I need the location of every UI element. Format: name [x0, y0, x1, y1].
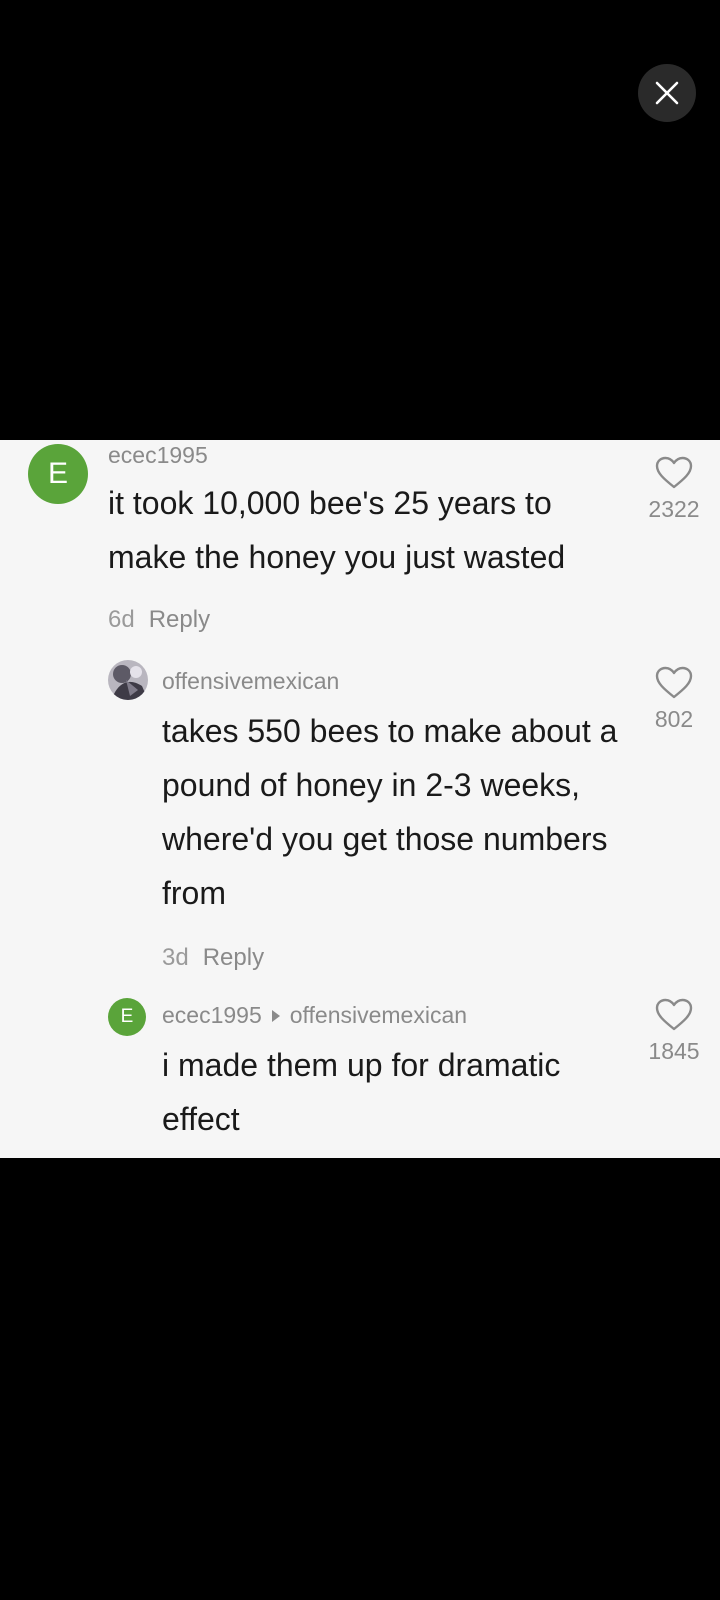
- avatar: E: [108, 998, 146, 1036]
- like-count: 802: [654, 706, 694, 732]
- heart-icon: [655, 998, 693, 1031]
- comment-text: i made them up for dramatic effect: [162, 1047, 561, 1137]
- reply-target: offensivemexican: [289, 1002, 468, 1028]
- like-button[interactable]: 802: [634, 666, 714, 733]
- reply-link[interactable]: Reply: [149, 606, 210, 633]
- comment-text: takes 550 bees to make about a pound of …: [162, 713, 618, 911]
- comment-username: ecec1995: [108, 442, 208, 468]
- like-count: 2322: [648, 496, 700, 522]
- reply-arrow-icon: [271, 1009, 280, 1022]
- avatar: [108, 660, 148, 700]
- close-button[interactable]: [638, 64, 696, 122]
- heart-icon: [655, 666, 693, 699]
- comment-meta: 3d Reply: [162, 944, 264, 972]
- reply-link[interactable]: Reply: [203, 944, 264, 971]
- comment-age: 6d: [108, 606, 135, 633]
- like-button[interactable]: 1845: [634, 998, 714, 1065]
- close-icon: [655, 81, 679, 105]
- comment-text: it took 10,000 bee's 25 years to make th…: [108, 485, 566, 575]
- reply-author: ecec1995: [162, 1002, 262, 1028]
- comment-username: offensivemexican: [162, 668, 340, 694]
- like-button[interactable]: 2322: [634, 456, 714, 523]
- comment-username: ecec1995 offensivemexican: [162, 1002, 467, 1029]
- comment-meta: 6d Reply: [108, 606, 210, 634]
- heart-icon: [655, 456, 693, 489]
- avatar: E: [28, 444, 88, 504]
- comment-age: 3d: [162, 944, 189, 971]
- like-count: 1845: [648, 1038, 700, 1064]
- image-viewer: E ecec1995 it took 10,000 bee's 25 years…: [0, 0, 720, 1600]
- comment-screenshot: E ecec1995 it took 10,000 bee's 25 years…: [0, 440, 720, 1158]
